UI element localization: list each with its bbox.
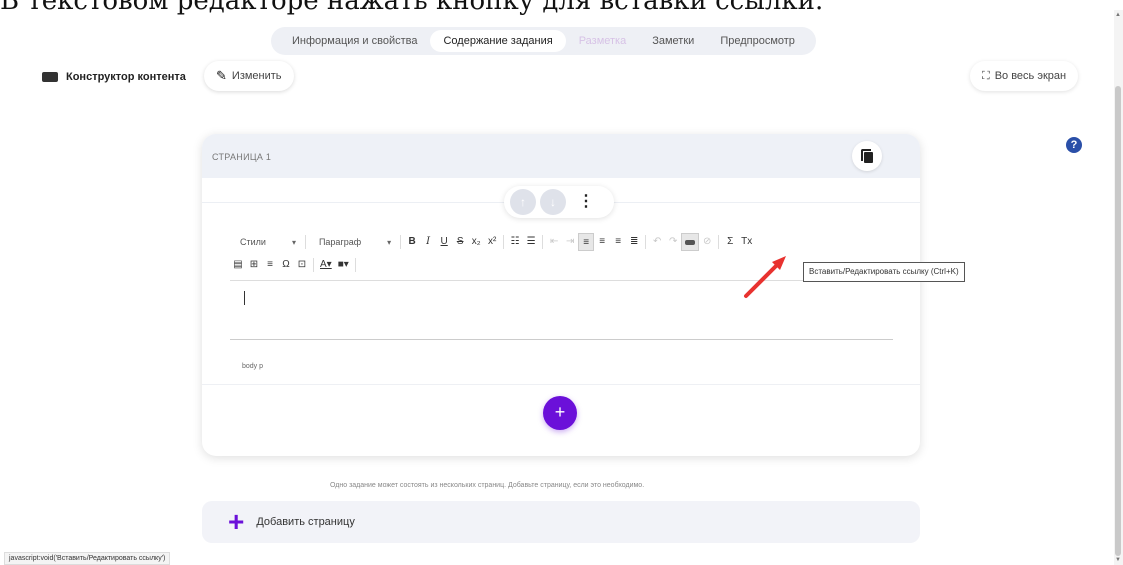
subscript-icon[interactable]: x₂ [468,233,484,251]
toolbar-separator [542,235,544,249]
format-select[interactable]: Параграф [309,237,367,247]
pencil-icon: ✎ [216,68,227,83]
scrollbar-thumb[interactable] [1115,86,1121,556]
scroll-down-icon[interactable]: ▼ [1115,557,1121,563]
help-icon[interactable]: ? [1066,137,1082,153]
block-icon[interactable]: ▤ [230,256,246,274]
media-icon[interactable]: ⊡ [294,256,310,274]
background-color-icon[interactable]: ■▾ [335,256,352,274]
indent-icon[interactable]: ⇥ [562,233,578,251]
status-url: javascript:void('Вставить/Редактировать … [4,552,171,565]
more-options-icon[interactable]: ⋮ [578,189,594,215]
tab-info[interactable]: Информация и свойства [279,30,430,52]
content-builder-label: Конструктор контента [66,71,186,83]
editor-statusbar: body p [242,363,264,370]
align-left-icon[interactable]: ≡ [578,233,595,251]
toolbar-separator [304,235,306,249]
instruction-caption: В текстовом редакторе нажать кнопку для … [0,0,824,16]
styles-select[interactable]: Стили [230,237,272,247]
table-icon[interactable]: ⊞ [246,256,262,274]
bold-icon[interactable]: B [404,233,420,251]
move-down-icon[interactable]: ↓ [540,189,566,215]
horizontal-rule-icon[interactable]: ≡ [262,256,278,274]
add-block-button[interactable]: + [543,396,577,430]
toolbar-separator [354,258,356,272]
edit-button-label: Изменить [231,70,282,82]
page-card: СТРАНИЦА 1 ↑ ↓ ⋮ Стили ▾ Параграф ▾ B I … [202,134,920,456]
toolbar-separator [313,258,314,272]
scroll-up-icon[interactable]: ▲ [1115,12,1121,18]
toolbar-separator [503,235,505,249]
format-caret-icon[interactable]: ▾ [387,238,391,247]
numbered-list-icon[interactable]: ☷ [507,233,523,251]
scrollbar[interactable]: ▲ ▼ [1114,10,1123,565]
fullscreen-button-label: Во весь экран [994,70,1067,82]
edit-button[interactable]: ✎ Изменить [204,61,294,91]
sigma-icon[interactable]: Σ [722,233,738,251]
toolbar-row-1: Стили ▾ Параграф ▾ B I U S x₂ x² ☷ ☰ ⇤ ⇥… [230,232,893,252]
omega-icon[interactable]: Ω [278,256,294,274]
toolbar-separator [400,235,402,249]
tab-content[interactable]: Содержание задания [430,30,566,52]
tab-markup[interactable]: Разметка [566,30,640,52]
tab-preview[interactable]: Предпросмотр [707,30,808,52]
builder-logo-icon [42,72,58,82]
strikethrough-icon[interactable]: S [452,233,468,251]
undo-icon[interactable]: ↶ [649,233,665,251]
pages-hint: Одно задание может состоять из нескольки… [330,482,645,489]
clear-format-icon[interactable]: Tx [738,233,755,251]
add-page-label: Добавить страницу [256,516,355,528]
align-right-icon[interactable]: ≡ [610,233,626,251]
divider [202,384,920,385]
outdent-icon[interactable]: ⇤ [546,233,562,251]
superscript-icon[interactable]: x² [484,233,500,251]
text-color-icon[interactable]: A▾ [317,256,335,274]
fullscreen-icon: ⛶ [982,69,990,82]
unlink-icon[interactable]: ⊘ [699,233,715,251]
block-controls: ↑ ↓ ⋮ [504,186,614,218]
tab-notes[interactable]: Заметки [639,30,707,52]
underline-icon[interactable]: U [436,233,452,251]
page-title: СТРАНИЦА 1 [212,152,272,162]
link-tooltip: Вставить/Редактировать ссылку (Ctrl+K) [803,262,965,282]
page-card-header: СТРАНИЦА 1 [202,134,920,178]
pointer-arrow [744,256,786,298]
align-center-icon[interactable]: ≡ [594,233,610,251]
redo-icon[interactable]: ↷ [665,233,681,251]
plus-icon: + [228,506,245,537]
styles-caret-icon[interactable]: ▾ [292,238,296,247]
copy-page-button[interactable] [852,141,882,171]
content-builder-title: Конструктор контента [42,70,186,84]
toolbar-separator [718,235,720,249]
fullscreen-button[interactable]: ⛶ Во весь экран [970,61,1079,91]
text-cursor [244,291,245,305]
move-up-icon[interactable]: ↑ [510,189,536,215]
add-page-button[interactable]: + Добавить страницу [202,501,920,543]
align-justify-icon[interactable]: ≣ [626,233,642,251]
insert-link-icon[interactable] [681,233,700,251]
toolbar-separator [645,235,647,249]
italic-icon[interactable]: I [420,233,436,251]
tabs-bar: Информация и свойства Содержание задания… [271,27,816,55]
bullet-list-icon[interactable]: ☰ [523,233,539,251]
copy-icon [861,149,873,163]
